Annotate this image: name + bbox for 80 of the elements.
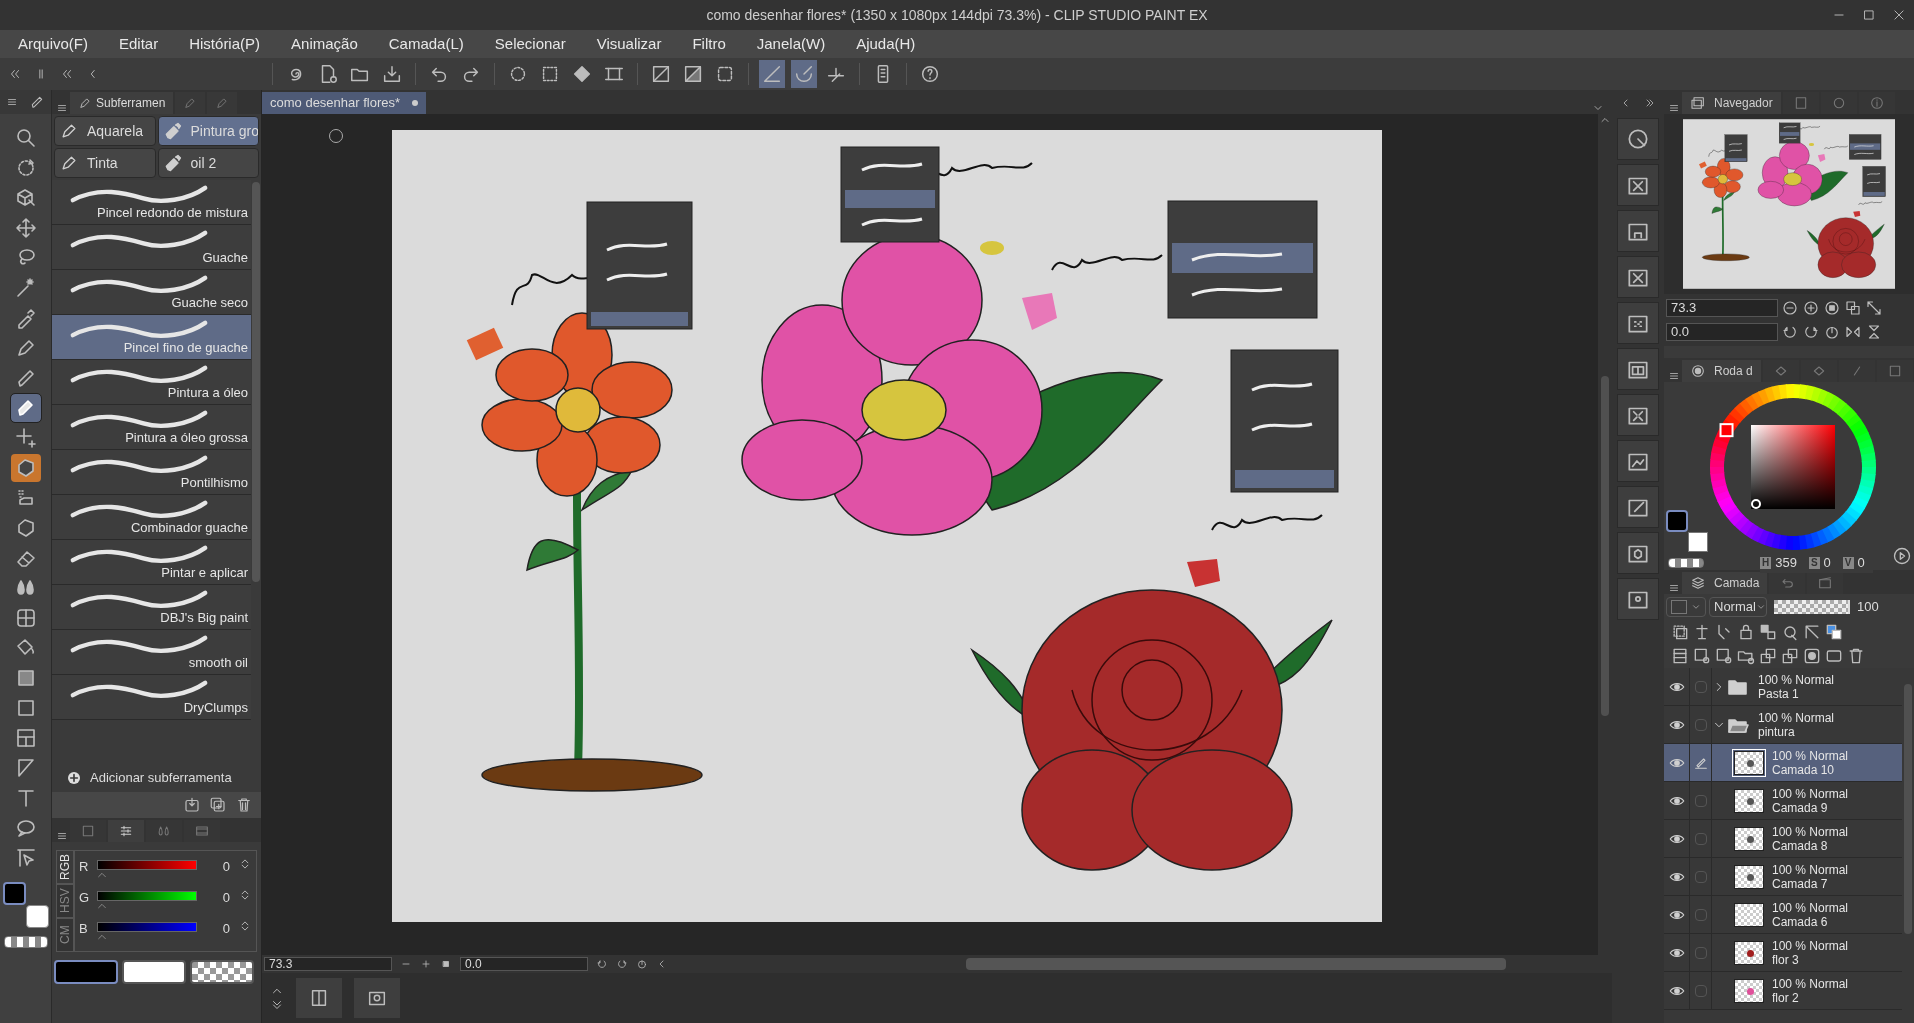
layer-name: flor 3 <box>1772 952 1800 967</box>
blend-mode-value: Normal <box>1714 598 1756 617</box>
menu-item[interactable]: Camada(L) <box>388 32 464 56</box>
channel-label: R <box>79 858 89 876</box>
readout-label: V <box>1842 556 1854 569</box>
menu-item[interactable]: Editar <box>119 32 159 56</box>
brush-name: Pincel fino de guache <box>123 338 248 357</box>
menu-item[interactable]: Arquivo(F) <box>18 32 88 56</box>
menu-item[interactable]: Animação <box>291 32 358 56</box>
menu-item[interactable]: Filtro <box>692 32 726 56</box>
readout-value: 359 <box>1775 554 1797 572</box>
layer-row[interactable]: 100 % Normal flor 3 <box>1664 934 1902 972</box>
menu-item[interactable]: Ajuda(H) <box>856 32 916 56</box>
layer-row[interactable]: 100 % Normal Camada 8 <box>1664 820 1902 858</box>
document-tab-title: como desenhar flores* <box>270 94 401 113</box>
layer-name: Camada 10 <box>1772 762 1836 777</box>
color-mode-tab[interactable]: RGB <box>56 850 74 884</box>
readout-value: 0 <box>1857 554 1865 572</box>
readout-value: 0 <box>1823 554 1831 572</box>
brush-name: smooth oil <box>188 653 248 672</box>
brush-name: Guache <box>202 248 248 267</box>
layer-name: Camada 6 <box>1772 914 1829 929</box>
brush-name: Combinador guache <box>130 518 248 537</box>
layer-name: Camada 8 <box>1772 838 1829 853</box>
subtool-group-button[interactable]: Pintura gro <box>157 116 259 146</box>
channel-label: G <box>79 889 89 907</box>
brush-name: Pontilhismo <box>180 473 248 492</box>
zoom-field[interactable]: 73.3 <box>264 957 392 971</box>
brush-list-item[interactable]: Pincel fino de guache <box>52 315 251 360</box>
menu-item[interactable]: Visualizar <box>596 32 662 56</box>
layer-mode: 100 % Normal <box>1772 786 1849 801</box>
menu-item[interactable]: História(P) <box>189 32 261 56</box>
menu-item[interactable]: Selecionar <box>494 32 566 56</box>
menu-item[interactable]: Janela(W) <box>756 32 826 56</box>
navigator-slider-field[interactable]: 73.3 <box>1666 299 1778 317</box>
readout-label: H <box>1760 556 1772 569</box>
layer-row[interactable]: 100 % Normal Camada 7 <box>1664 858 1902 896</box>
brush-name: DBJ's Big paint <box>160 608 248 627</box>
channel-value: 0 <box>222 858 230 876</box>
layer-mode: 100 % Normal <box>1772 938 1849 953</box>
subtool-group-button[interactable]: Tinta <box>54 148 156 178</box>
subtool-group-button[interactable]: oil 2 <box>157 148 259 178</box>
add-subtool-button[interactable]: Adicionar subferramenta <box>52 764 251 792</box>
color-mode-tab[interactable]: CM <box>56 918 74 952</box>
document-tab[interactable]: como desenhar flores* <box>262 92 427 114</box>
brush-name: DryClumps <box>183 698 248 717</box>
layer-mode: 100 % Normal <box>1772 748 1849 763</box>
layer-mode: 100 % Normal <box>1758 672 1835 687</box>
layer-row[interactable]: 100 % Normal Pasta 1 <box>1664 668 1902 706</box>
layer-name: Camada 9 <box>1772 800 1829 815</box>
brush-name: Guache seco <box>171 293 248 312</box>
layer-mode: 100 % Normal <box>1758 710 1835 725</box>
brush-name: Pintura a óleo <box>167 383 248 402</box>
window-title: como desenhar flores* (1350 x 1080px 144dpi 73.3%) - CLIP STUDIO PAINT EX <box>706 5 1208 25</box>
rotation-field[interactable]: 0.0 <box>460 957 588 971</box>
layer-name: Pasta 1 <box>1758 686 1800 701</box>
channel-value: 0 <box>222 889 230 907</box>
brush-name: Pintura a óleo grossa <box>125 428 248 447</box>
subtool-tab[interactable]: Subferramen <box>70 92 174 114</box>
layer-row[interactable]: 100 % Normal Camada 6 <box>1664 896 1902 934</box>
layer-name: Camada 7 <box>1772 876 1829 891</box>
layer-mode: 100 % Normal <box>1772 862 1849 877</box>
channel-value: 0 <box>222 920 230 938</box>
brush-name: Pintar e aplicar <box>161 563 248 582</box>
layer-name: flor 2 <box>1772 990 1800 1005</box>
blend-mode-dropdown[interactable]: Normal <box>1709 597 1767 617</box>
layer-name: pintura <box>1758 724 1796 739</box>
channel-label: B <box>79 920 89 938</box>
layer-mode: 100 % Normal <box>1772 900 1849 915</box>
opacity-value: 100 <box>1857 598 1879 617</box>
readout-label: S <box>1808 556 1820 569</box>
layer-mode: 100 % Normal <box>1772 824 1849 839</box>
brush-name: Pincel redondo de mistura <box>96 203 248 222</box>
layer-mode: 100 % Normal <box>1772 976 1849 991</box>
layer-row[interactable]: 100 % Normal Camada 9 <box>1664 782 1902 820</box>
color-mode-tab[interactable]: HSV <box>56 884 74 918</box>
navigator-slider-field[interactable]: 0.0 <box>1666 323 1778 341</box>
layer-row[interactable]: 100 % Normal flor 2 <box>1664 972 1902 1010</box>
layer-row[interactable]: 100 % Normal Camada 10 <box>1664 744 1902 782</box>
subtool-group-button[interactable]: Aquarela <box>54 116 156 146</box>
